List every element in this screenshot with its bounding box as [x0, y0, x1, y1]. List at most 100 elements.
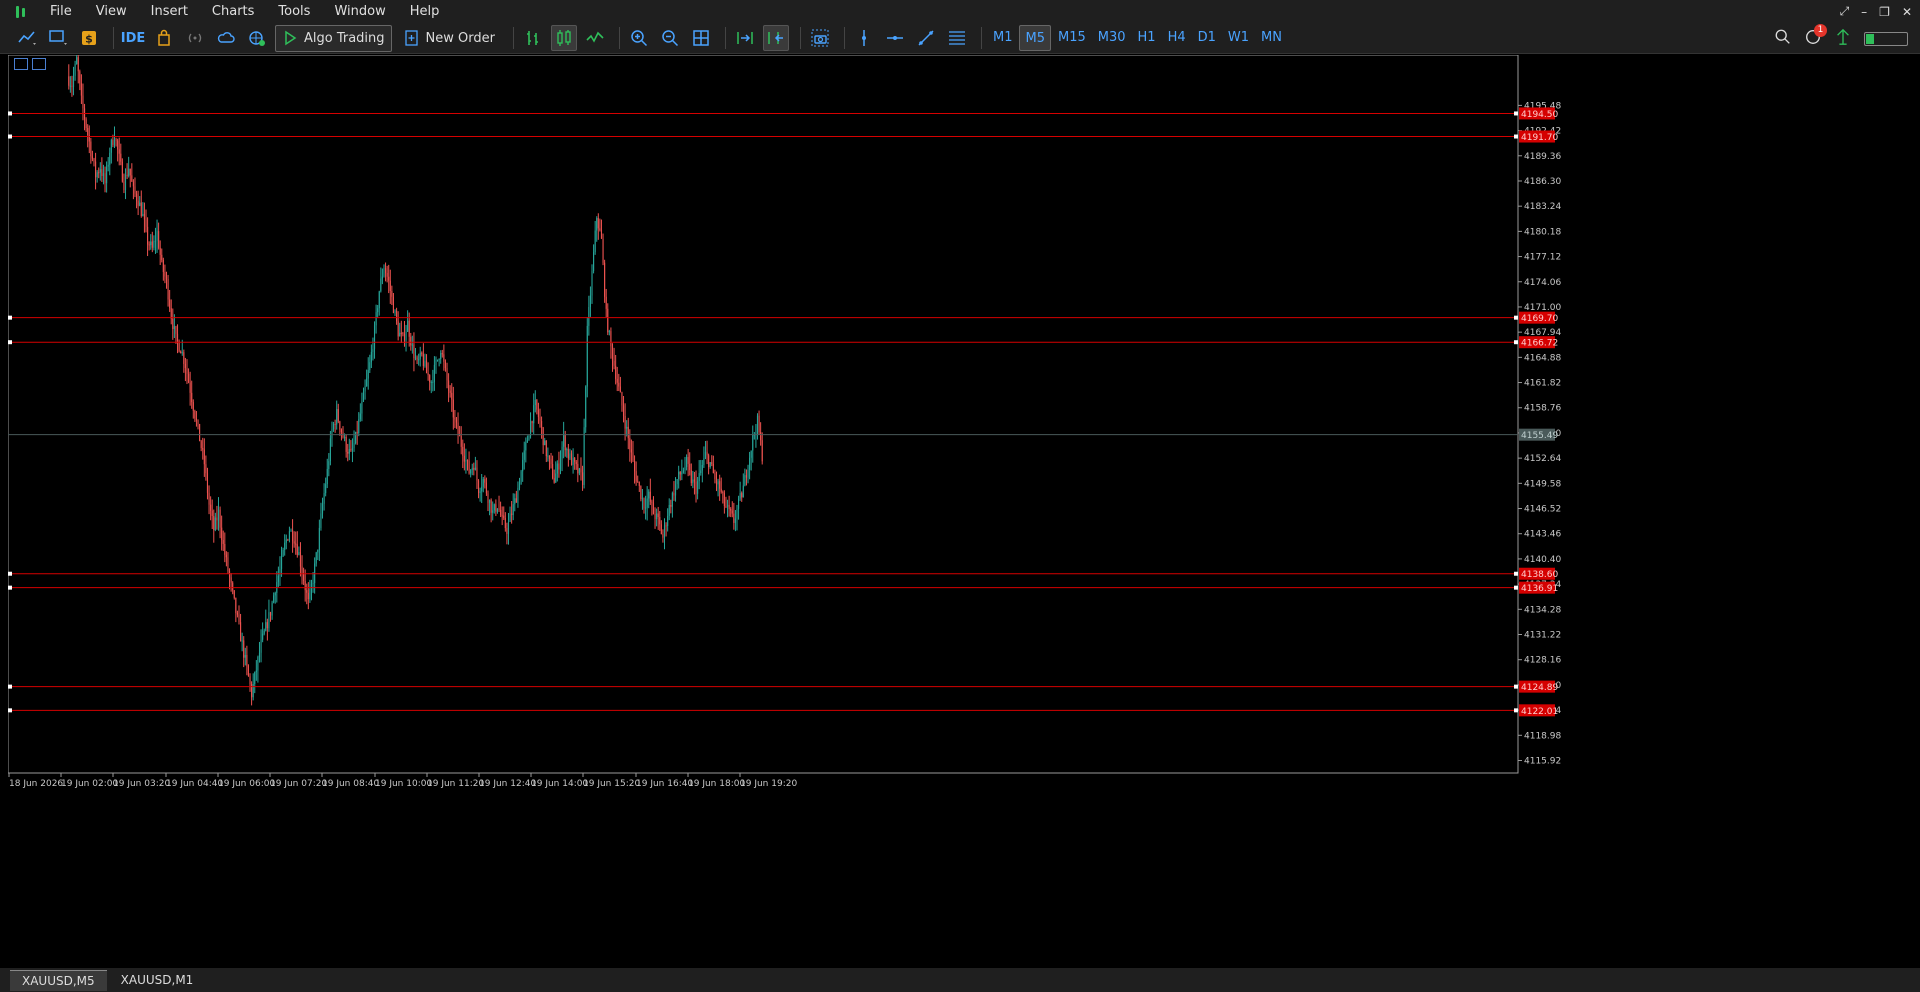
menu-view[interactable]: View: [84, 0, 139, 23]
algo-trading-button[interactable]: Algo Trading: [275, 24, 392, 52]
bar-chart-icon[interactable]: [520, 25, 546, 51]
screenshot-camera-icon[interactable]: [807, 25, 833, 51]
menu-window[interactable]: Window: [322, 0, 397, 23]
one-click-trading-icon[interactable]: [32, 58, 46, 70]
community-globe-icon[interactable]: [244, 25, 270, 51]
candle-body: [641, 498, 643, 500]
timeframe-w1[interactable]: W1: [1223, 25, 1254, 51]
candle-body: [425, 360, 428, 374]
candle-body: [548, 455, 551, 459]
restore-icon[interactable]: ❐: [1879, 5, 1890, 19]
candle-body: [351, 448, 354, 451]
new-chart-icon[interactable]: [14, 25, 40, 51]
new-order-button[interactable]: New Order: [398, 25, 501, 52]
candle-body: [512, 504, 514, 515]
candle-body: [222, 539, 224, 544]
zoom-in-icon[interactable]: [626, 25, 652, 51]
minimize-icon[interactable]: –: [1861, 5, 1867, 19]
search-icon[interactable]: [1774, 28, 1792, 50]
candle-body: [449, 390, 451, 393]
market-dollar-icon[interactable]: $: [76, 25, 102, 51]
candle-body: [577, 463, 579, 474]
x-tick-label: 19 Jun 18:00: [688, 779, 745, 789]
candle-body: [440, 353, 442, 360]
candle-body: [169, 299, 171, 309]
candle-body: [391, 290, 393, 297]
candle-body: [186, 367, 188, 374]
tab-xauusd-m5[interactable]: XAUUSD,M5: [10, 969, 107, 991]
ide-button[interactable]: IDE: [120, 25, 146, 51]
candle-body: [723, 492, 725, 507]
vertical-line-icon[interactable]: [851, 25, 877, 51]
candle-body: [213, 515, 215, 531]
profiles-icon[interactable]: [45, 25, 71, 51]
hline-handle-right: [1514, 111, 1518, 116]
candle-body: [192, 402, 194, 411]
close-icon[interactable]: ✕: [1902, 5, 1912, 19]
timeframe-m5[interactable]: M5: [1019, 25, 1051, 51]
candle-body: [402, 332, 404, 334]
tile-windows-icon[interactable]: [688, 25, 714, 51]
candle-body: [162, 259, 164, 272]
x-tick-label: 19 Jun 07:20: [270, 779, 327, 789]
candle-body: [392, 296, 394, 313]
menu-file[interactable]: File: [38, 0, 84, 23]
tab-xauusd-m1[interactable]: XAUUSD,M1: [109, 970, 206, 990]
timeframe-h4[interactable]: H4: [1163, 25, 1191, 51]
menu-charts[interactable]: Charts: [200, 0, 267, 23]
candle-body: [298, 552, 300, 555]
hline-handle-left: [8, 340, 12, 345]
candle-body: [195, 418, 197, 421]
trade-history-icon[interactable]: [14, 58, 28, 70]
candle-body: [323, 493, 325, 504]
candle-body: [761, 440, 763, 462]
candle-body: [236, 612, 238, 615]
candle-body: [621, 392, 623, 406]
timeframe-h1[interactable]: H1: [1133, 25, 1161, 51]
candle-body: [403, 333, 406, 341]
candle-body: [457, 422, 459, 434]
hline-price-label: 4138.60: [1521, 570, 1558, 580]
candlestick-chart-icon[interactable]: [550, 25, 577, 51]
trendline-icon[interactable]: [913, 25, 939, 51]
detach-icon[interactable]: ⤢: [1840, 4, 1850, 19]
candle-body: [602, 238, 604, 263]
menu-insert[interactable]: Insert: [139, 0, 200, 23]
chart-shift-icon[interactable]: [762, 25, 789, 51]
vps-cloud-icon[interactable]: [213, 25, 239, 51]
candle-body: [249, 676, 251, 685]
signals-icon[interactable]: [182, 25, 208, 51]
candle-body: [176, 333, 179, 342]
candle-body: [619, 386, 621, 393]
candle-body: [574, 457, 576, 462]
timeframe-m30[interactable]: M30: [1093, 25, 1131, 51]
menu-help[interactable]: Help: [398, 0, 452, 23]
candle-body: [758, 415, 760, 433]
chart-area[interactable]: 4195.484192.424189.364186.304183.244180.…: [8, 55, 1918, 967]
candle-body: [290, 530, 292, 532]
candle-body: [662, 534, 664, 538]
candle-body: [280, 556, 283, 569]
market-bag-icon[interactable]: [151, 25, 177, 51]
timeframe-mn[interactable]: MN: [1256, 25, 1287, 51]
fibonacci-icon[interactable]: [944, 25, 970, 51]
timeframe-d1[interactable]: D1: [1193, 25, 1221, 51]
line-chart-icon[interactable]: [582, 25, 608, 51]
price-chart[interactable]: 4195.484192.424189.364186.304183.244180.…: [8, 55, 1918, 967]
candle-body: [686, 457, 688, 468]
candle-body: [541, 421, 543, 428]
zoom-out-icon[interactable]: [657, 25, 683, 51]
candle-body: [544, 440, 546, 446]
candle-body: [645, 507, 647, 509]
candle-body: [134, 186, 136, 194]
timeframe-m1[interactable]: M1: [988, 25, 1018, 51]
candle-body: [667, 515, 669, 526]
auto-scroll-icon[interactable]: [732, 25, 758, 51]
candle-body: [164, 271, 166, 277]
candle-body: [72, 75, 75, 87]
menu-tools[interactable]: Tools: [266, 0, 322, 23]
timeframe-m15[interactable]: M15: [1053, 25, 1091, 51]
horizontal-line-icon[interactable]: [882, 25, 908, 51]
notifications-icon[interactable]: 1: [1804, 23, 1827, 50]
candle-body: [292, 530, 294, 542]
